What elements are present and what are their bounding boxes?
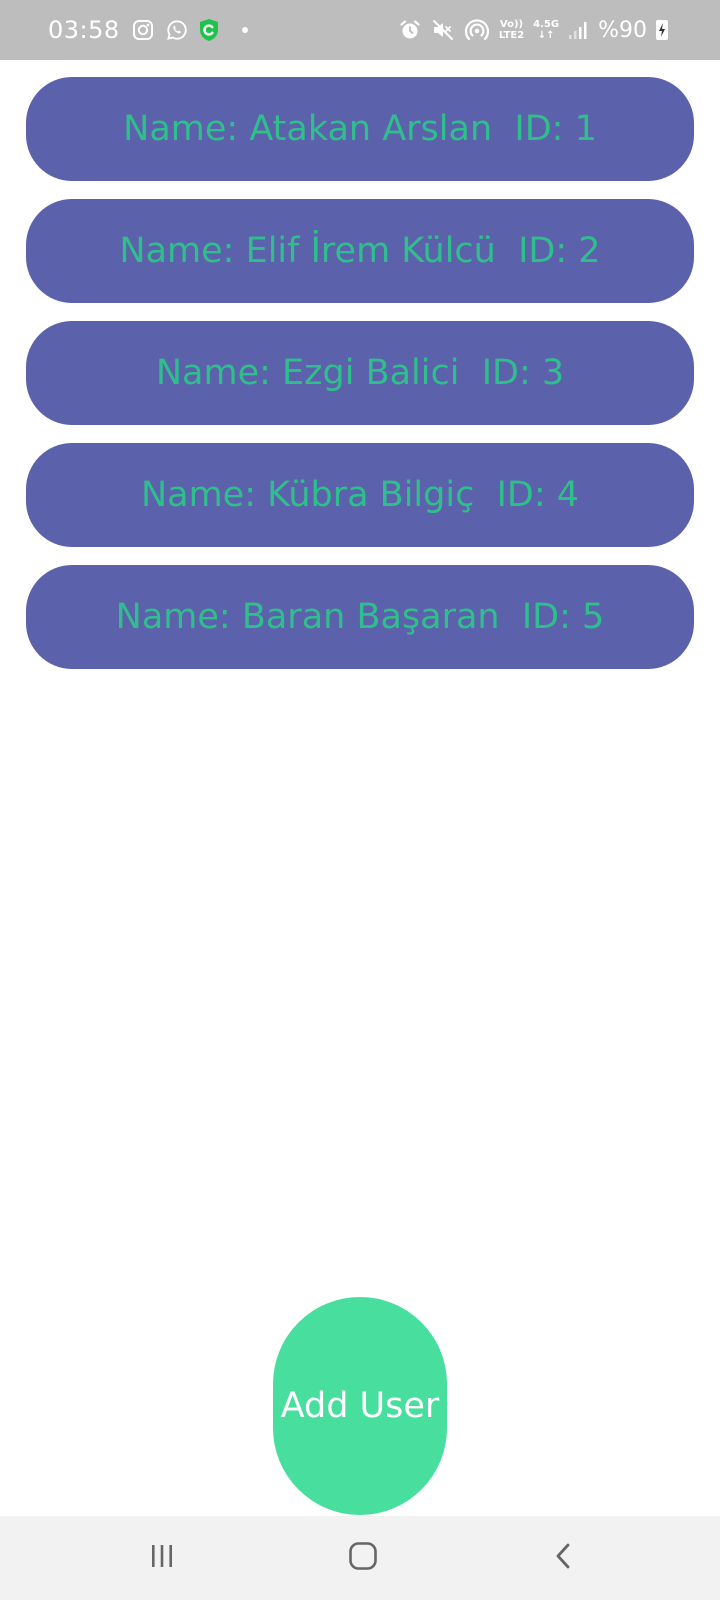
- signal-icon: [568, 20, 588, 40]
- instagram-icon: [132, 19, 154, 41]
- home-button[interactable]: [323, 1516, 403, 1600]
- user-card-label: Name: Atakan Arslan ID: 1: [123, 109, 597, 149]
- volte-label: Vo)): [499, 19, 524, 30]
- user-card-5[interactable]: Name: Baran Başaran ID: 5: [26, 565, 694, 669]
- back-button[interactable]: [524, 1516, 604, 1600]
- clock: 03:58: [48, 16, 120, 44]
- user-card-1[interactable]: Name: Atakan Arslan ID: 1: [26, 77, 694, 181]
- data-arrows: ↓↑: [537, 30, 555, 41]
- user-card-label: Name: Ezgi Balici ID: 3: [155, 353, 565, 393]
- recent-apps-button[interactable]: [122, 1516, 202, 1600]
- alarm-icon: [398, 18, 422, 42]
- volte-indicator: Vo)) LTE2: [499, 19, 524, 41]
- user-card-4[interactable]: Name: Kübra Bilgiç ID: 4: [26, 443, 694, 547]
- lte-label: LTE2: [498, 30, 525, 41]
- battery-charging-icon: [656, 20, 668, 40]
- recent-apps-icon: [148, 1542, 176, 1575]
- user-card-2[interactable]: Name: Elif İrem Külcü ID: 2: [26, 199, 694, 303]
- mute-icon: [431, 18, 455, 42]
- data-type-label: 4.5G: [533, 19, 560, 30]
- status-bar: 03:58 Vo)) LTE2 4.5G ↓↑ %90: [0, 0, 720, 60]
- user-card-label: Name: Elif İrem Külcü ID: 2: [119, 231, 601, 271]
- user-list: Name: Atakan Arslan ID: 1 Name: Elif İre…: [26, 77, 694, 687]
- user-card-label: Name: Kübra Bilgiç ID: 4: [140, 475, 580, 515]
- mobile-data-icon: 4.5G ↓↑: [533, 19, 559, 41]
- battery-percentage: %90: [598, 17, 647, 43]
- home-icon: [347, 1540, 379, 1577]
- c-app-icon: [198, 18, 220, 42]
- navigation-bar: [0, 1516, 720, 1600]
- status-left: 03:58: [48, 0, 248, 60]
- back-icon: [550, 1542, 578, 1575]
- user-card-label: Name: Baran Başaran ID: 5: [115, 597, 605, 637]
- whatsapp-icon: [166, 19, 188, 41]
- status-right: Vo)) LTE2 4.5G ↓↑ %90: [389, 0, 668, 60]
- notification-dot: [241, 27, 248, 33]
- user-card-3[interactable]: Name: Ezgi Balici ID: 3: [26, 321, 694, 425]
- hotspot-icon: [464, 18, 490, 42]
- add-user-button[interactable]: Add User: [273, 1297, 447, 1515]
